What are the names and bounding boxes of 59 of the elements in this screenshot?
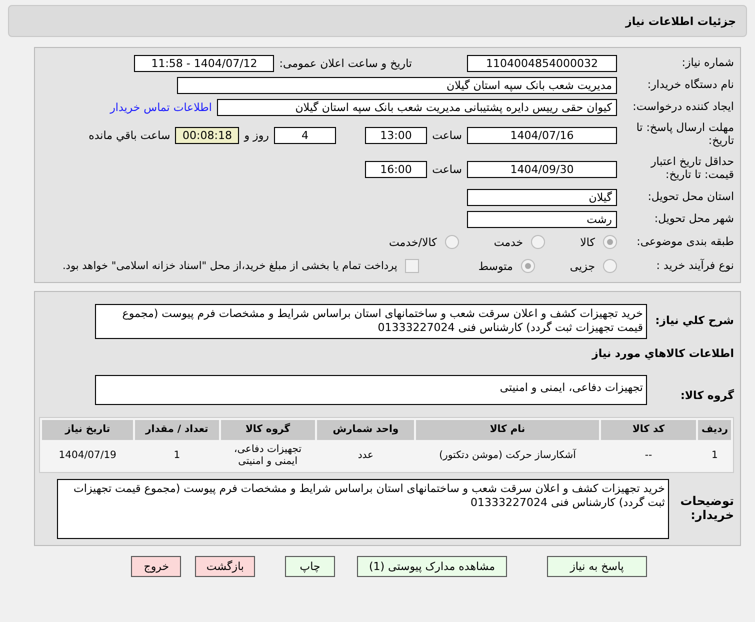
action-button[interactable]: مشاهده مدارک پیوستی (1) bbox=[357, 556, 507, 577]
radio-button[interactable] bbox=[603, 235, 617, 249]
field-label: روز و bbox=[244, 128, 269, 142]
goods-group-text-area: تجهیزات دفاعی، ایمنی و امنیتی bbox=[95, 374, 647, 405]
radio-button[interactable] bbox=[520, 259, 535, 273]
contact-link[interactable]: اطلاعات تماس خریدار bbox=[110, 100, 212, 114]
radio-button[interactable] bbox=[444, 235, 459, 249]
field-label: ایجاد کننده درخواست: bbox=[632, 100, 734, 114]
action-button[interactable]: خروج bbox=[131, 556, 182, 577]
field-label: ساعت باقي مانده bbox=[88, 128, 170, 142]
days-field: 4 bbox=[274, 126, 336, 144]
checkbox-label: پرداخت تمام یا بخشی از مبلغ خرید،از محل "اسناد خزانه اسلامی" خواهد بود. bbox=[62, 260, 398, 272]
field-label: شرح کلي نیاز: bbox=[654, 314, 734, 328]
action-button[interactable]: بازگشت bbox=[195, 556, 255, 577]
action-button[interactable]: چاپ bbox=[285, 556, 335, 577]
remaining-time-field: 00:08:18 bbox=[175, 126, 240, 144]
checkbox[interactable] bbox=[405, 259, 420, 273]
validity-date-field: 1404/09/30 bbox=[467, 160, 617, 178]
buyer-name-field: مدیریت شعب بانک سپه استان گیلان bbox=[177, 76, 617, 94]
column-header: ردیف bbox=[698, 420, 731, 440]
need-number-field: 1104004854000032 bbox=[467, 54, 617, 72]
creator-field: کیوان حقی رییس دایره پشتیبانی مدیریت شعب بانک سپه استان گیلان bbox=[217, 98, 617, 116]
field-label: شهر محل تحویل: bbox=[653, 212, 734, 226]
column-header: تعداد / مقدار bbox=[135, 420, 219, 440]
column-header: تاریخ نیاز bbox=[42, 420, 134, 440]
radio-button[interactable] bbox=[531, 235, 546, 249]
city-field: رشت bbox=[467, 210, 617, 228]
deadline-date-field: 1404/07/16 bbox=[467, 126, 617, 144]
option-label: متوسط bbox=[478, 260, 513, 272]
field-label: ساعت bbox=[432, 162, 462, 176]
field-label: استان محل تحویل: bbox=[646, 190, 734, 204]
province-field: گیلان bbox=[467, 188, 617, 206]
field-label: گروه کالا: bbox=[679, 390, 734, 403]
buyer-notes-text-area: خرید تجهیزات کشف و اعلان سرقت شعب و ساختمانهای استان براساس شرایط و مشخصات فرم پیوست (مجموع قیمت تجهیزات ثبت گردد) کارشناس فنی 01333227024 bbox=[57, 478, 669, 539]
field-label: طبقه بندی موضوعی: bbox=[636, 236, 734, 248]
deadline-time-field: 13:00 bbox=[365, 126, 427, 144]
column-header: کد کالا bbox=[600, 420, 696, 440]
column-header: گروه کالا bbox=[220, 420, 315, 440]
field-label: تاریخ و ساعت اعلان عمومی: bbox=[279, 56, 412, 70]
field-label: ساعت bbox=[432, 128, 462, 142]
option-label: کالا/خدمت bbox=[389, 236, 437, 248]
action-button[interactable]: پاسخ به نیاز bbox=[547, 556, 647, 577]
section-title: اطلاعات کالاهاي مورد نياز bbox=[592, 347, 734, 360]
validity-time-field: 16:00 bbox=[365, 160, 427, 178]
field-label: نوع فرآیند خرید : bbox=[655, 260, 734, 272]
option-label: کالا bbox=[580, 236, 595, 248]
field-label: مهلت ارسال پاسخ: تا تاریخ: bbox=[635, 122, 734, 148]
option-label: جزیی bbox=[570, 260, 595, 272]
field-label: حداقل تاریخ اعتبار قیمت: تا تاریخ: bbox=[650, 156, 734, 182]
column-header: واحد شمارش bbox=[316, 420, 414, 440]
field-label: توضیحات خریدار: bbox=[679, 494, 734, 522]
option-label: خدمت bbox=[494, 236, 524, 248]
field-label: شماره نیاز: bbox=[680, 56, 734, 70]
page-title: جزئیات اطلاعات نیاز bbox=[626, 14, 736, 28]
column-header: نام کالا bbox=[416, 420, 599, 440]
summary-text-area: خرید تجهیزات کشف و اعلان سرقت شعب و ساختمانهای استان براساس شرایط و مشخصات فرم پیوست (مجموع قیمت تجهیزات ثبت گردد) کارشناس فنی 01333227024 bbox=[95, 304, 647, 339]
field-label: نام دستگاه خریدار: bbox=[646, 78, 734, 92]
announce-date-field: 1404/07/12 - 11:58 bbox=[134, 54, 274, 72]
radio-button[interactable] bbox=[603, 259, 617, 273]
